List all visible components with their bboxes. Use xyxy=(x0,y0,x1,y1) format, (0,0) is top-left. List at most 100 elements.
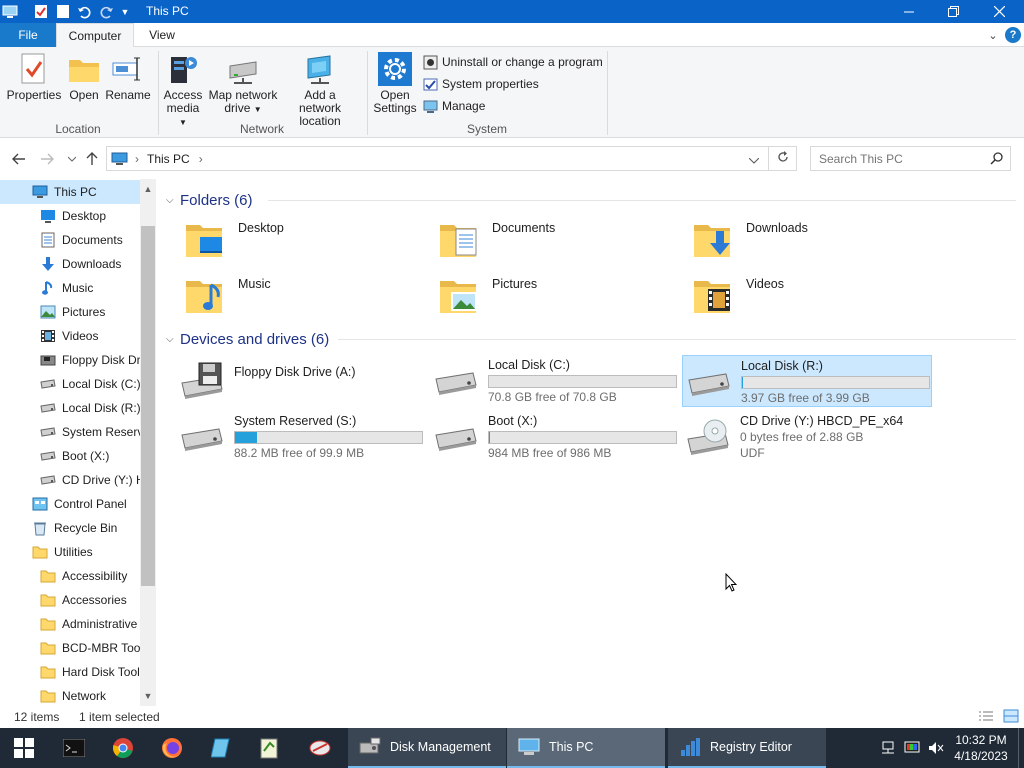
add-network-location-icon xyxy=(302,51,338,87)
nav-item[interactable]: Boot (X:) xyxy=(0,444,140,468)
command-prompt-icon[interactable] xyxy=(50,728,98,768)
maximize-button[interactable] xyxy=(930,0,976,23)
nav-item[interactable]: This PC xyxy=(0,180,140,204)
drive-tile[interactable]: Local Disk (R:) 3.97 GB free of 3.99 GB xyxy=(682,355,932,407)
open-button[interactable]: Open xyxy=(66,51,102,102)
recent-locations-icon[interactable] xyxy=(62,149,82,169)
network-tray-icon[interactable] xyxy=(880,740,896,756)
chrome-icon[interactable] xyxy=(99,728,147,768)
nav-item[interactable]: Recycle Bin xyxy=(0,516,140,540)
folders-group-header[interactable]: ⌵ Folders (6) xyxy=(166,190,253,210)
tab-file[interactable]: File xyxy=(0,23,56,47)
system-properties-button[interactable]: System properties xyxy=(422,75,539,93)
drive-tile[interactable]: System Reserved (S:) 88.2 MB free of 99.9… xyxy=(176,411,426,463)
redo-icon[interactable] xyxy=(99,3,115,20)
nav-item[interactable]: Accessibility xyxy=(0,564,140,588)
access-media-button[interactable]: Access media ▼ xyxy=(162,51,204,129)
scroll-up-arrow-icon[interactable]: ▲ xyxy=(140,181,156,197)
drive-tile[interactable]: Floppy Disk Drive (A:) xyxy=(176,355,426,407)
back-arrow-icon[interactable] xyxy=(9,149,29,169)
nav-item[interactable]: Desktop xyxy=(0,204,140,228)
search-input[interactable] xyxy=(819,151,989,166)
breadcrumb-this-pc[interactable]: This PC xyxy=(147,152,190,166)
uninstall-program-button[interactable]: Uninstall or change a program xyxy=(422,53,603,71)
drives-group-header[interactable]: ⌵ Devices and drives (6) xyxy=(166,329,329,349)
refresh-button[interactable] xyxy=(769,146,797,171)
map-network-drive-button[interactable]: Map network drive ▼ xyxy=(206,51,280,116)
text-editor-icon[interactable] xyxy=(246,728,294,768)
nav-item[interactable]: Utilities xyxy=(0,540,140,564)
drive-tile[interactable]: CD Drive (Y:) HBCD_PE_x64 0 bytes free of… xyxy=(682,411,932,463)
folder-tile[interactable]: Videos xyxy=(690,271,940,323)
properties-quick-icon[interactable] xyxy=(33,3,49,20)
nav-item[interactable]: Administrative xyxy=(0,612,140,636)
rename-button[interactable]: Rename xyxy=(105,51,151,102)
help-icon[interactable]: ? xyxy=(1005,27,1021,43)
volume-muted-icon[interactable] xyxy=(928,740,944,756)
folder-tile[interactable]: Music xyxy=(182,271,432,323)
drive-free-space: 3.97 GB free of 3.99 GB xyxy=(741,391,870,405)
display-tray-icon[interactable] xyxy=(904,740,920,756)
show-desktop-button[interactable] xyxy=(1018,728,1024,768)
tab-computer[interactable]: Computer xyxy=(56,23,134,48)
nav-item[interactable]: Control Panel xyxy=(0,492,140,516)
breadcrumb-chevron-icon[interactable]: › xyxy=(135,152,139,166)
clock[interactable]: 10:32 PM 4/18/2023 xyxy=(952,732,1010,764)
scrollbar-thumb[interactable] xyxy=(141,226,155,586)
customize-quick-access-icon[interactable]: ▼ xyxy=(119,3,131,20)
undo-icon[interactable] xyxy=(76,3,92,20)
nav-item[interactable]: Documents xyxy=(0,228,140,252)
nav-item-label: Administrative xyxy=(62,617,138,631)
open-settings-button[interactable]: Open Settings xyxy=(372,51,418,115)
address-history-dropdown-icon[interactable] xyxy=(748,153,760,167)
search-box[interactable] xyxy=(810,146,1011,171)
folder-name: Pictures xyxy=(492,277,538,291)
taskbar-disk-management[interactable]: Disk Management xyxy=(348,728,506,768)
breadcrumb-chevron-icon[interactable]: › xyxy=(199,152,203,166)
start-button[interactable] xyxy=(0,728,48,768)
close-button[interactable] xyxy=(976,0,1022,23)
access-media-label-2: media xyxy=(166,101,200,115)
folder-tile[interactable]: Downloads xyxy=(690,215,940,267)
task-label: Disk Management xyxy=(390,740,491,754)
nav-item[interactable]: Floppy Disk Dri xyxy=(0,348,140,372)
add-network-location-button[interactable]: Add a network location xyxy=(282,51,358,128)
folder-tile[interactable]: Desktop xyxy=(182,215,432,267)
drive-tile[interactable]: Boot (X:) 984 MB free of 986 MB xyxy=(430,411,680,463)
tab-view[interactable]: View xyxy=(136,23,188,47)
nav-item[interactable]: Downloads xyxy=(0,252,140,276)
nav-scrollbar[interactable]: ▲ ▼ xyxy=(140,179,156,706)
nav-item[interactable]: Accessories xyxy=(0,588,140,612)
taskbar-registry-editor[interactable]: Registry Editor xyxy=(668,728,826,768)
chevron-down-icon[interactable]: ⌄ xyxy=(985,27,1001,43)
computer-icon[interactable] xyxy=(2,3,18,20)
notepad-icon[interactable] xyxy=(197,728,245,768)
taskbar-this-pc[interactable]: This PC xyxy=(507,728,665,768)
search-icon[interactable] xyxy=(990,152,1003,168)
address-bar[interactable]: › This PC › xyxy=(106,146,769,171)
large-icons-view-icon[interactable] xyxy=(1003,709,1019,726)
properties-button[interactable]: Properties xyxy=(6,51,62,102)
nav-item[interactable]: Videos xyxy=(0,324,140,348)
drive-tile[interactable]: Local Disk (C:) 70.8 GB free of 70.8 GB xyxy=(430,355,680,407)
firefox-icon[interactable] xyxy=(148,728,196,768)
tool-app-icon[interactable] xyxy=(296,728,344,768)
details-view-icon[interactable] xyxy=(978,709,994,726)
nav-item[interactable]: Local Disk (C:) xyxy=(0,372,140,396)
nav-item[interactable]: Local Disk (R:) xyxy=(0,396,140,420)
folder-tile[interactable]: Pictures xyxy=(436,271,686,323)
nav-item[interactable]: Pictures xyxy=(0,300,140,324)
forward-arrow-icon[interactable] xyxy=(37,149,57,169)
minimize-button[interactable] xyxy=(886,0,932,23)
scroll-down-arrow-icon[interactable]: ▼ xyxy=(140,688,156,704)
folder-tile[interactable]: Documents xyxy=(436,215,686,267)
nav-item[interactable]: Music xyxy=(0,276,140,300)
nav-item[interactable]: CD Drive (Y:) H xyxy=(0,468,140,492)
nav-item[interactable]: System Reserve xyxy=(0,420,140,444)
nav-item[interactable]: Network xyxy=(0,684,140,706)
nav-item[interactable]: Hard Disk Tool: xyxy=(0,660,140,684)
up-arrow-icon[interactable] xyxy=(82,149,102,169)
nav-item[interactable]: BCD-MBR Tool xyxy=(0,636,140,660)
new-folder-quick-icon[interactable] xyxy=(55,3,71,20)
manage-button[interactable]: Manage xyxy=(422,97,485,115)
